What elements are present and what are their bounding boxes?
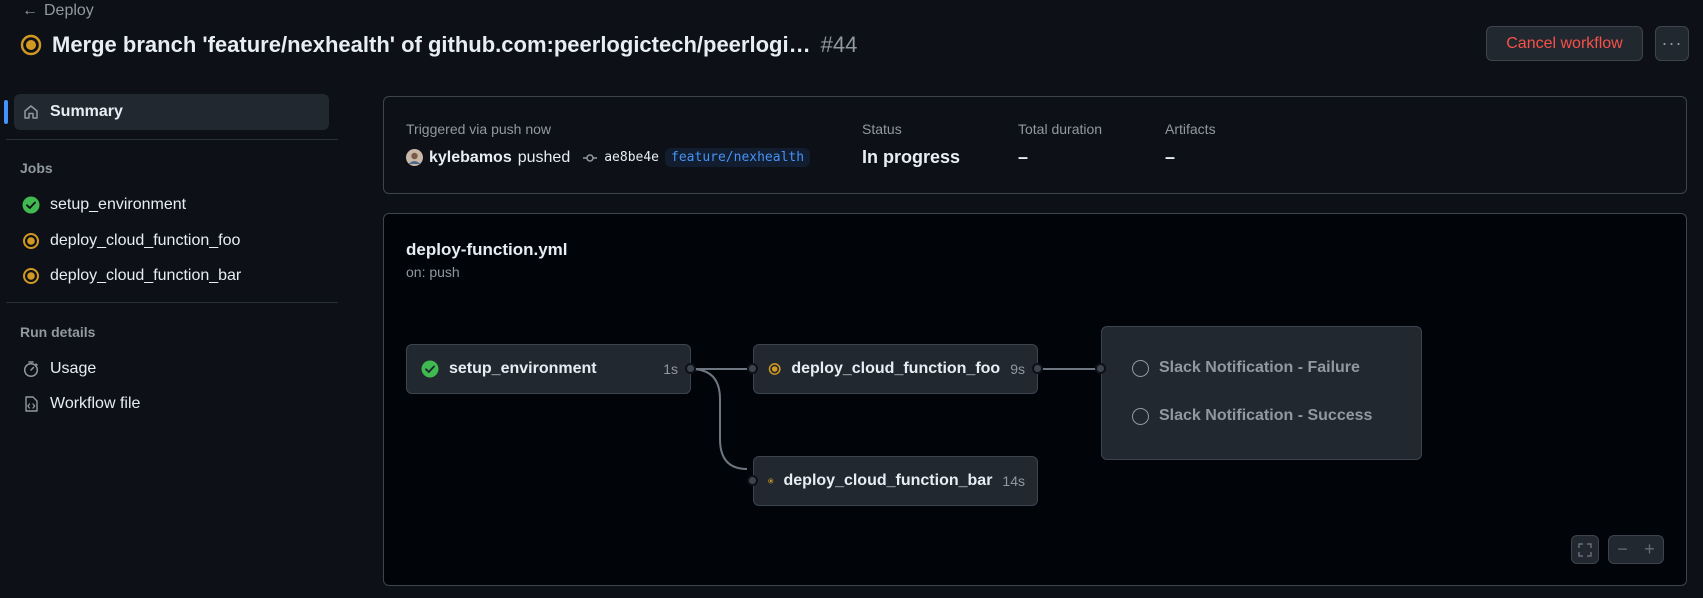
sidebar-job-setup-environment[interactable]: setup_environment	[14, 187, 329, 223]
fullscreen-button[interactable]	[1571, 535, 1599, 564]
zoom-controls: − +	[1608, 535, 1664, 564]
trigger-label: Triggered via push now	[406, 121, 552, 137]
job-name: Slack Notification - Success	[1159, 407, 1373, 424]
jobs-heading: Jobs	[20, 160, 53, 176]
branch-badge[interactable]: feature/nexhealth	[665, 148, 811, 167]
stopwatch-icon	[23, 361, 39, 378]
arrow-left-icon: ←	[22, 2, 38, 19]
sidebar-item-label: deploy_cloud_function_bar	[50, 267, 242, 284]
home-icon	[24, 105, 38, 119]
pending-circle-icon	[1132, 359, 1149, 377]
job-output-port	[685, 363, 696, 374]
in-progress-icon	[768, 363, 781, 375]
sidebar-job-deploy-cloud-function-foo[interactable]: deploy_cloud_function_foo	[14, 223, 329, 259]
more-options-button[interactable]: ···	[1655, 26, 1689, 61]
in-progress-icon	[23, 233, 39, 249]
job-name: setup_environment	[449, 360, 597, 377]
sidebar-item-label: Usage	[50, 360, 97, 377]
in-progress-icon	[20, 34, 42, 56]
job-input-port	[747, 475, 758, 486]
run-details-heading: Run details	[20, 324, 96, 340]
job-input-port	[747, 363, 758, 374]
job-name: deploy_cloud_function_bar	[783, 472, 993, 489]
group-input-port	[1095, 363, 1106, 374]
back-link[interactable]: ← Deploy	[22, 2, 94, 20]
graph-job-slack-success[interactable]: Slack Notification - Success	[1132, 407, 1372, 425]
git-commit-icon	[583, 153, 598, 162]
run-title-row: Merge branch 'feature/nexhealth' of gith…	[20, 30, 857, 60]
pending-jobs-group: Slack Notification - Failure Slack Notif…	[1101, 326, 1422, 460]
job-duration: 9s	[1010, 361, 1025, 377]
in-progress-icon	[768, 478, 774, 484]
push-action: pushed	[517, 148, 571, 166]
sidebar-item-summary[interactable]: Summary	[14, 94, 329, 130]
sidebar-item-label: Workflow file	[50, 395, 141, 412]
graph-job-deploy-cloud-function-bar[interactable]: deploy_cloud_function_bar 14s	[753, 456, 1038, 506]
sidebar-item-usage[interactable]: Usage	[14, 351, 329, 387]
zoom-out-icon[interactable]: −	[1609, 539, 1636, 560]
pending-circle-icon	[1132, 407, 1149, 425]
push-info: kylebamos pushed ae8be4e feature/nexheal…	[406, 148, 811, 167]
graph-connectors	[690, 368, 1100, 470]
sidebar-item-label: deploy_cloud_function_foo	[50, 232, 241, 249]
job-duration: 14s	[1002, 473, 1025, 489]
commit-sha-link[interactable]: ae8be4e	[604, 150, 659, 165]
zoom-in-icon[interactable]: +	[1636, 539, 1663, 560]
sidebar-item-label: setup_environment	[50, 196, 187, 213]
job-name: deploy_cloud_function_foo	[791, 360, 1001, 377]
check-circle-icon	[22, 196, 40, 214]
status-value: In progress	[862, 147, 961, 167]
page-title: Merge branch 'feature/nexhealth' of gith…	[52, 32, 811, 57]
sidebar-item-workflow-file[interactable]: Workflow file	[14, 386, 329, 422]
actor-link[interactable]: kylebamos	[429, 149, 512, 167]
duration-label: Total duration	[1018, 121, 1103, 137]
sidebar-job-deploy-cloud-function-bar[interactable]: deploy_cloud_function_bar	[14, 258, 329, 294]
workflow-graph-card: deploy-function.yml on: push setup_envir…	[383, 213, 1687, 586]
job-duration: 1s	[663, 361, 678, 377]
graph-job-setup-environment[interactable]: setup_environment 1s	[406, 344, 691, 394]
duration-value: –	[1018, 147, 1029, 167]
screen-full-icon	[1578, 542, 1592, 557]
cancel-workflow-button[interactable]: Cancel workflow	[1486, 26, 1643, 61]
status-label: Status	[862, 121, 902, 137]
kebab-horizontal-icon: ···	[1661, 33, 1683, 53]
job-output-port	[1032, 363, 1043, 374]
check-circle-icon	[421, 360, 439, 378]
graph-job-slack-failure[interactable]: Slack Notification - Failure	[1132, 359, 1360, 377]
artifacts-label: Artifacts	[1165, 121, 1216, 137]
avatar	[406, 149, 423, 166]
job-name: Slack Notification - Failure	[1159, 359, 1360, 376]
artifacts-value: –	[1165, 147, 1176, 167]
file-code-icon	[25, 396, 38, 412]
back-link-label: Deploy	[44, 2, 94, 19]
run-summary-card: Triggered via push now kylebamos pushed …	[383, 96, 1687, 194]
run-number: #44	[820, 32, 858, 57]
active-indicator	[4, 100, 8, 124]
sidebar-item-label: Summary	[50, 103, 123, 120]
divider	[6, 302, 338, 303]
divider	[6, 139, 338, 140]
in-progress-icon	[23, 268, 39, 284]
graph-job-deploy-cloud-function-foo[interactable]: deploy_cloud_function_foo 9s	[753, 344, 1038, 394]
